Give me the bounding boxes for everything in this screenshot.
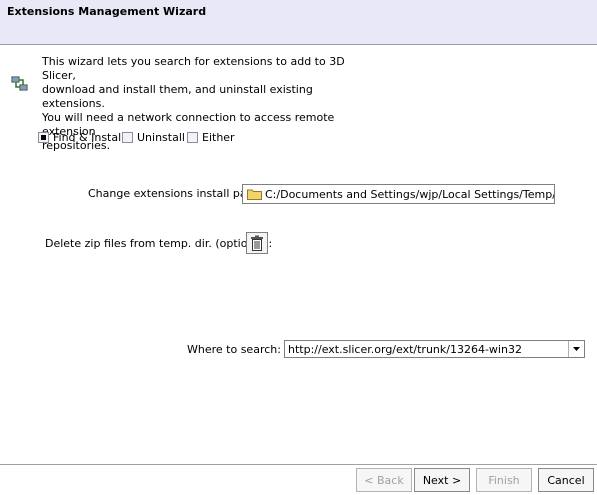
install-path-value: C:/Documents and Settings/wjp/Local Sett… <box>265 187 554 201</box>
either-option[interactable]: Either <box>187 130 235 144</box>
cancel-button[interactable]: Cancel <box>538 468 594 492</box>
intro-line: This wizard lets you search for extensio… <box>42 55 345 82</box>
button-separator <box>0 464 597 466</box>
delete-zip-label: Delete zip files from temp. dir. (option… <box>45 237 273 250</box>
uninstall-option[interactable]: Uninstall <box>122 130 185 144</box>
find-install-label: Find & Install <box>53 130 125 144</box>
find-install-option[interactable]: Find & Install <box>38 130 124 144</box>
wizard-title: Extensions Management Wizard <box>7 5 207 18</box>
wizard-header: Extensions Management Wizard <box>0 0 597 45</box>
search-url-combobox[interactable]: http://ext.slicer.org/ext/trunk/13264-wi… <box>284 340 585 358</box>
back-button[interactable]: < Back <box>356 468 412 492</box>
delete-zip-button[interactable] <box>246 232 268 254</box>
either-checkbox[interactable] <box>187 131 198 143</box>
install-path-button[interactable]: C:/Documents and Settings/wjp/Local Sett… <box>242 184 555 204</box>
dropdown-arrow-button[interactable] <box>568 341 584 357</box>
folder-icon <box>247 189 262 200</box>
uninstall-label: Uninstall <box>137 130 185 144</box>
search-url-value: http://ext.slicer.org/ext/trunk/13264-wi… <box>288 343 522 356</box>
chevron-down-icon <box>573 347 580 351</box>
find-install-checkbox[interactable] <box>38 131 49 143</box>
install-path-label: Change extensions install path: <box>88 187 262 200</box>
next-button[interactable]: Next > <box>414 468 470 492</box>
either-label: Either <box>202 130 235 144</box>
uninstall-checkbox[interactable] <box>122 131 133 143</box>
trash-icon <box>251 235 263 251</box>
finish-button[interactable]: Finish <box>476 468 532 492</box>
extensions-wizard-icon <box>11 76 28 91</box>
search-label: Where to search: <box>187 343 281 356</box>
intro-line: download and install them, and uninstall… <box>42 83 313 110</box>
